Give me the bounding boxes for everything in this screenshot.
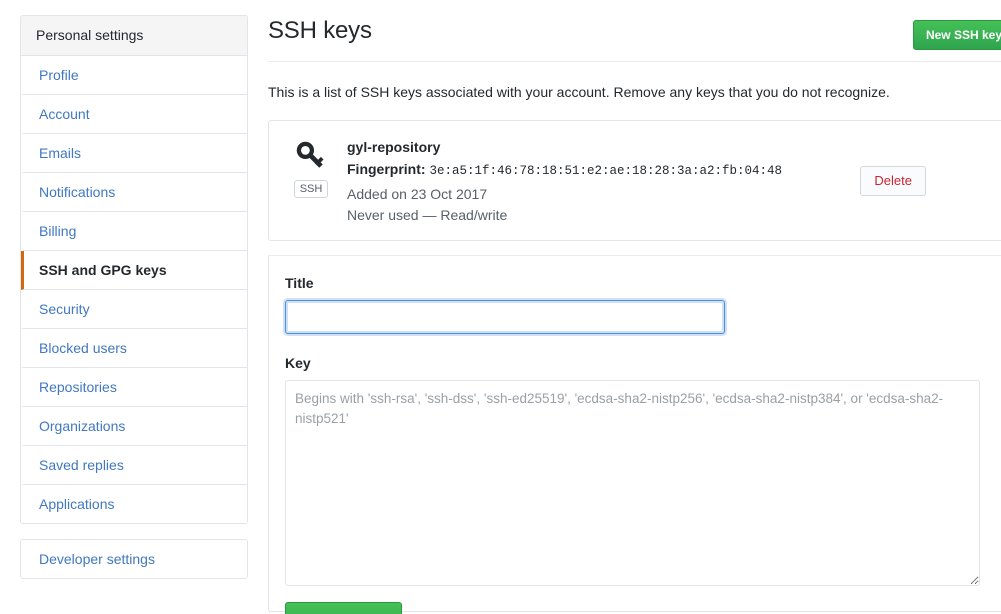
sidebar-item-emails[interactable]: Emails [21, 134, 247, 173]
add-ssh-key-button[interactable]: Add SSH key [285, 602, 403, 614]
ssh-key-icon-column: SSH [285, 135, 337, 198]
fingerprint-label: Fingerprint: [347, 161, 426, 177]
page-header: SSH keys New SSH key [268, 14, 1001, 62]
settings-page: Personal settings Profile Account Emails… [0, 0, 1001, 614]
key-textarea[interactable] [285, 380, 980, 586]
sidebar-item-notifications[interactable]: Notifications [21, 173, 247, 212]
developer-settings-nav: Developer settings [20, 539, 248, 579]
intro-description: This is a list of SSH keys associated wi… [268, 84, 890, 100]
sidebar-item-security[interactable]: Security [21, 290, 247, 329]
sidebar-item-repositories[interactable]: Repositories [21, 368, 247, 407]
sidebar-item-billing[interactable]: Billing [21, 212, 247, 251]
sidebar-item-saved-replies[interactable]: Saved replies [21, 446, 247, 485]
ssh-key-title: gyl-repository [347, 139, 441, 155]
sidebar-item-applications[interactable]: Applications [21, 485, 247, 523]
sidebar-item-ssh-and-gpg-keys[interactable]: SSH and GPG keys [21, 251, 247, 290]
main-content: SSH keys New SSH key This is a list of S… [268, 0, 1001, 614]
page-title: SSH keys [268, 17, 372, 44]
key-field-group: Key [285, 354, 991, 586]
fingerprint-value: 3e:a5:1f:46:78:18:51:e2:ae:18:28:3a:a2:f… [429, 164, 782, 178]
new-ssh-key-button[interactable]: New SSH key [912, 20, 1001, 50]
add-ssh-key-form: Title Key Add SSH key [268, 256, 1001, 614]
sidebar-item-organizations[interactable]: Organizations [21, 407, 247, 446]
sidebar-item-profile[interactable]: Profile [21, 56, 247, 95]
sidebar-item-developer-settings[interactable]: Developer settings [21, 540, 247, 578]
sidebar-item-account[interactable]: Account [21, 95, 247, 134]
title-field-label: Title [285, 275, 314, 291]
sidebar-header: Personal settings [21, 16, 247, 56]
ssh-type-badge: SSH [293, 180, 329, 198]
key-field-label: Key [285, 355, 311, 371]
key-icon [285, 139, 337, 173]
delete-key-button[interactable]: Delete [860, 166, 926, 196]
ssh-key-card: SSH gyl-repository Fingerprint: 3e:a5:1f… [268, 120, 1001, 241]
ssh-key-usage: Never used — Read/write [347, 207, 508, 223]
personal-settings-nav: Personal settings Profile Account Emails… [20, 15, 248, 524]
title-input[interactable] [285, 300, 725, 334]
sidebar: Personal settings Profile Account Emails… [20, 15, 248, 579]
sidebar-item-blocked-users[interactable]: Blocked users [21, 329, 247, 368]
